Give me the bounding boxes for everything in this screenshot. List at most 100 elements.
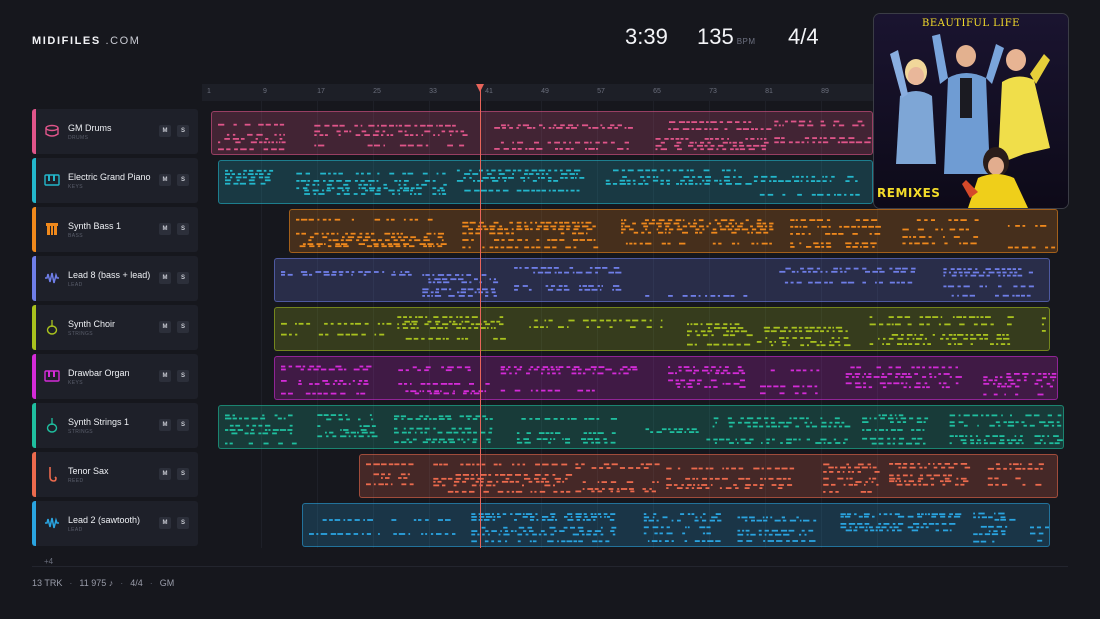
note-pattern [225,169,860,196]
track-color-bar [32,305,36,350]
keyboard-icon [44,172,60,188]
mute-button[interactable]: M [159,272,171,284]
track-name: Synth Strings 1 [68,417,130,427]
midi-clip[interactable] [211,111,873,155]
track-color-bar [32,452,36,497]
midi-standard: GM [159,578,175,588]
playhead[interactable] [480,86,481,548]
ruler-tick: 33 [429,88,437,95]
track-name: Drawbar Organ [68,368,130,378]
solo-button[interactable]: S [177,223,189,235]
ruler-tick: 25 [373,88,381,95]
waveform-icon [44,270,60,286]
solo-button[interactable]: S [177,321,189,333]
track-count: 13 TRK [32,578,63,588]
track-category: BASS [68,233,83,239]
note-pattern [366,463,1044,493]
track-color-bar [32,109,36,154]
solo-button[interactable]: S [177,468,189,480]
mute-button[interactable]: M [159,125,171,137]
track-color-bar [32,403,36,448]
song-duration: 3:39 [625,24,668,49]
violin-icon [44,319,60,335]
track-name: Synth Choir [68,319,116,329]
midi-clip[interactable] [274,258,1050,302]
mute-button[interactable]: M [159,468,171,480]
track-color-bar [32,256,36,301]
track-header[interactable]: Synth Bass 1 BASS M S [32,207,198,252]
note-pattern [281,365,1057,396]
solo-button[interactable]: S [177,272,189,284]
mute-button[interactable]: M [159,223,171,235]
solo-button[interactable]: S [177,174,189,186]
violin-icon [44,417,60,433]
ruler-tick: 9 [263,88,267,95]
track-color-bar [32,501,36,546]
track-header[interactable]: GM Drums DRUMS M S [32,109,198,154]
track-name: Tenor Sax [68,466,109,476]
solo-button[interactable]: S [177,419,189,431]
track-header[interactable]: Synth Choir STRINGS M S [32,305,198,350]
mute-button[interactable]: M [159,517,171,529]
ruler-tick: 49 [541,88,549,95]
note-pattern [225,414,1063,445]
mute-button[interactable]: M [159,174,171,186]
track-header[interactable]: Drawbar Organ KEYS M S [32,354,198,399]
midi-clip[interactable] [289,209,1058,253]
midi-clip[interactable] [218,405,1064,449]
album-subtitle: REMIXES [877,186,941,200]
track-category: REED [68,478,84,484]
track-color-bar [32,207,36,252]
note-pattern [218,120,872,151]
more-tracks-indicator[interactable]: +4 [44,557,53,566]
track-name: Synth Bass 1 [68,221,122,231]
solo-button[interactable]: S [177,517,189,529]
note-pattern [296,218,1056,249]
solo-button[interactable]: S [177,370,189,382]
track-category: KEYS [68,184,83,190]
track-header[interactable]: Lead 2 (sawtooth) LEAD M S [32,501,198,546]
ruler-tick: 57 [597,88,605,95]
note-count: 11 975 ♪ [79,578,114,588]
keyboard-icon [44,368,60,384]
midi-clip[interactable] [274,356,1058,400]
mute-button[interactable]: M [159,419,171,431]
footer-divider [32,566,1068,567]
track-header[interactable]: Tenor Sax REED M S [32,452,198,497]
album-cover: BEAUTIFUL LIFE REMIXES [874,14,1068,208]
midi-clip[interactable] [359,454,1058,498]
footer-time-signature: 4/4 [130,578,143,588]
mute-button[interactable]: M [159,321,171,333]
track-header[interactable]: Electric Grand Piano KEYS M S [32,158,198,203]
midi-clip[interactable] [274,307,1050,351]
track-category: LEAD [68,282,83,288]
ruler-tick: 65 [653,88,661,95]
ruler-tick: 73 [709,88,717,95]
midi-clip[interactable] [218,160,873,204]
track-header[interactable]: Lead 8 (bass + lead) LEAD M S [32,256,198,301]
ruler-tick: 81 [765,88,773,95]
track-category: STRINGS [68,429,94,435]
track-name: GM Drums [68,123,112,133]
track-category: DRUMS [68,135,89,141]
track-header[interactable]: Synth Strings 1 STRINGS M S [32,403,198,448]
mute-button[interactable]: M [159,370,171,382]
solo-button[interactable]: S [177,125,189,137]
ruler-tick: 17 [317,88,325,95]
track-name: Lead 2 (sawtooth) [68,515,141,525]
bass-amp-icon [44,221,60,237]
album-title: BEAUTIFUL LIFE [922,18,1020,29]
track-color-bar [32,354,36,399]
note-pattern [309,512,1049,543]
playhead-handle[interactable] [476,84,484,92]
tempo-unit: BPM [736,37,756,46]
track-name: Lead 8 (bass + lead) [68,270,151,280]
time-signature: 4/4 [788,24,819,49]
midi-clip[interactable] [302,503,1050,547]
track-category: KEYS [68,380,83,386]
track-category: LEAD [68,527,83,533]
track-color-bar [32,158,36,203]
logo: MIDIFILES .COM [32,35,141,47]
track-category: STRINGS [68,331,94,337]
tempo-display: 135 BPM [697,24,756,49]
